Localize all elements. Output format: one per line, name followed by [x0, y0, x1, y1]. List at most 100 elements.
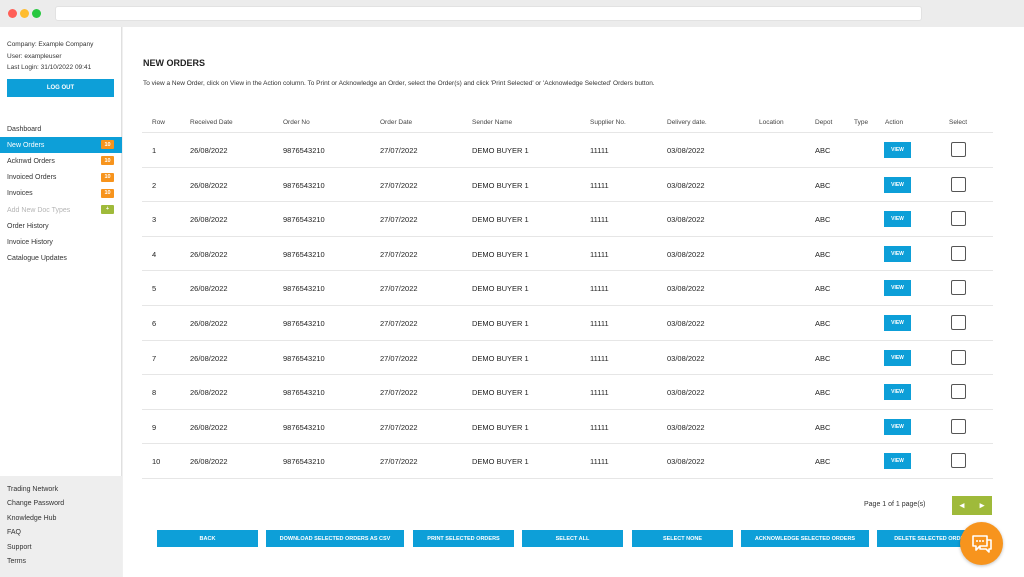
sidebar-nav: Dashboard New Orders 10 Acknwd Orders 10 I… — [0, 121, 122, 267]
print-selected-button[interactable]: PRINT SELECTED ORDERS — [413, 530, 514, 547]
sidebar-item-add-new-doc-types[interactable]: Add New Doc Types + — [0, 202, 122, 218]
order-date-cell: 27/07/2022 — [380, 318, 418, 328]
sidebar-item-new-orders[interactable]: New Orders 10 — [0, 137, 122, 154]
table-row: 10 26/08/2022 9876543210 27/07/2022 DEMO BUY… — [142, 444, 993, 479]
depot-cell: ABC — [815, 284, 831, 294]
row-number-cell: 10 — [152, 457, 161, 467]
add-badge[interactable]: + — [101, 204, 114, 214]
supplier-number-cell: 11111 — [590, 180, 609, 190]
table-row: 5 26/08/2022 9876543210 27/07/2022 DEMO BUYE… — [142, 271, 993, 306]
row-number-cell: 5 — [152, 284, 157, 294]
view-order-button[interactable]: VIEW — [884, 176, 911, 193]
view-order-button[interactable]: VIEW — [884, 211, 911, 228]
depot-cell: ABC — [815, 388, 831, 398]
link-knowledge-hub[interactable]: Knowledge Hub — [0, 511, 122, 526]
delivery-date-cell: 03/08/2022 — [667, 353, 705, 363]
column-header-sender-name: Sender Name — [472, 119, 513, 126]
link-support[interactable]: Support — [0, 540, 122, 555]
link-change-password[interactable]: Change Password — [0, 497, 122, 512]
view-order-button[interactable]: VIEW — [884, 245, 911, 262]
view-order-button[interactable]: VIEW — [884, 418, 911, 435]
select-order-checkbox[interactable] — [951, 314, 966, 330]
select-order-checkbox[interactable] — [951, 211, 966, 227]
select-order-checkbox[interactable] — [951, 453, 966, 469]
delivery-date-cell: 03/08/2022 — [667, 422, 705, 432]
order-date-cell: 27/07/2022 — [380, 249, 418, 259]
download-csv-button[interactable]: DOWNLOAD SELECTED ORDERS AS CSV — [266, 530, 404, 547]
count-badge: 10 — [101, 140, 114, 150]
delivery-date-cell: 03/08/2022 — [667, 388, 705, 398]
link-faq[interactable]: FAQ — [0, 526, 122, 541]
sender-name-cell: DEMO BUYER 1 — [472, 180, 529, 190]
sidebar-item-label: Invoice History — [7, 238, 53, 246]
view-order-button[interactable]: VIEW — [884, 349, 911, 366]
minimize-window-button[interactable] — [20, 9, 29, 18]
view-order-button[interactable]: VIEW — [884, 280, 911, 297]
received-date-cell: 26/08/2022 — [190, 388, 228, 398]
sidebar-footer-links: Trading Network Change Password Knowledg… — [0, 476, 122, 577]
view-order-button[interactable]: VIEW — [884, 384, 911, 401]
sender-name-cell: DEMO BUYER 1 — [472, 353, 529, 363]
link-terms[interactable]: Terms — [0, 555, 122, 570]
column-header-type: Type — [854, 119, 869, 126]
received-date-cell: 26/08/2022 — [190, 457, 228, 467]
logout-button[interactable]: LOG OUT — [7, 79, 114, 97]
sidebar-item-invoice-history[interactable]: Invoice History — [0, 234, 122, 250]
sidebar-item-label: Invoices — [7, 190, 33, 198]
select-order-checkbox[interactable] — [951, 176, 966, 192]
select-order-checkbox[interactable] — [951, 280, 966, 296]
column-header-location: Location — [759, 119, 784, 126]
select-all-button[interactable]: SELECT ALL — [522, 530, 623, 547]
orders-table: Row Received Date Order No Order Date Se… — [142, 114, 993, 479]
table-row: 2 26/08/2022 9876543210 27/07/2022 DEMO BUYE… — [142, 168, 993, 203]
depot-cell: ABC — [815, 457, 831, 467]
supplier-number-cell: 11111 — [590, 249, 609, 259]
close-window-button[interactable] — [8, 9, 17, 18]
order-date-cell: 27/07/2022 — [380, 180, 418, 190]
sidebar-item-acknwd-orders[interactable]: Acknwd Orders 10 — [0, 153, 122, 169]
sidebar-item-dashboard[interactable]: Dashboard — [0, 121, 122, 137]
sidebar-item-order-history[interactable]: Order History — [0, 218, 122, 234]
acknowledge-selected-button[interactable]: ACKNOWLEDGE SELECTED ORDERS — [741, 530, 869, 547]
address-bar[interactable] — [55, 6, 922, 21]
select-order-checkbox[interactable] — [951, 142, 966, 157]
select-order-checkbox[interactable] — [951, 349, 966, 365]
column-header-delivery-date: Delivery date. — [667, 119, 707, 126]
order-number-cell: 9876543210 — [283, 180, 325, 190]
previous-page-button[interactable]: ◂ — [952, 496, 972, 515]
view-order-button[interactable]: VIEW — [884, 453, 911, 470]
order-number-cell: 9876543210 — [283, 422, 325, 432]
view-order-button[interactable]: VIEW — [884, 142, 911, 158]
received-date-cell: 26/08/2022 — [190, 180, 228, 190]
table-row: 3 26/08/2022 9876543210 27/07/2022 DEMO BUYE… — [142, 202, 993, 237]
select-order-checkbox[interactable] — [951, 384, 966, 400]
maximize-window-button[interactable] — [32, 9, 41, 18]
view-order-button[interactable]: VIEW — [884, 314, 911, 331]
received-date-cell: 26/08/2022 — [190, 146, 228, 155]
depot-cell: ABC — [815, 422, 831, 432]
select-order-checkbox[interactable] — [951, 245, 966, 261]
row-number-cell: 6 — [152, 318, 157, 328]
order-number-cell: 9876543210 — [283, 388, 325, 398]
next-page-button[interactable]: ▸ — [972, 496, 992, 515]
sidebar-item-label: Acknwd Orders — [7, 157, 55, 165]
sidebar-item-invoiced-orders[interactable]: Invoiced Orders 10 — [0, 170, 122, 186]
back-button[interactable]: BACK — [157, 530, 258, 547]
table-row: 8 26/08/2022 9876543210 27/07/2022 DEMO BUYE… — [142, 375, 993, 410]
select-none-button[interactable]: SELECT NONE — [632, 530, 733, 547]
depot-cell: ABC — [815, 146, 831, 155]
chat-button[interactable] — [960, 522, 1003, 565]
depot-cell: ABC — [815, 215, 831, 225]
delivery-date-cell: 03/08/2022 — [667, 318, 705, 328]
sidebar-item-invoices[interactable]: Invoices 10 — [0, 186, 122, 202]
order-number-cell: 9876543210 — [283, 353, 325, 363]
link-trading-network[interactable]: Trading Network — [0, 482, 122, 497]
pagination-info: Page 1 of 1 page(s) — [864, 501, 926, 508]
count-badge: 10 — [101, 188, 114, 198]
order-date-cell: 27/07/2022 — [380, 146, 418, 155]
sidebar-item-catalogue-updates[interactable]: Catalogue Updates — [0, 251, 122, 267]
select-order-checkbox[interactable] — [951, 418, 966, 434]
order-number-cell: 9876543210 — [283, 215, 325, 225]
page-title: NEW ORDERS — [143, 58, 206, 68]
row-number-cell: 7 — [152, 353, 157, 363]
